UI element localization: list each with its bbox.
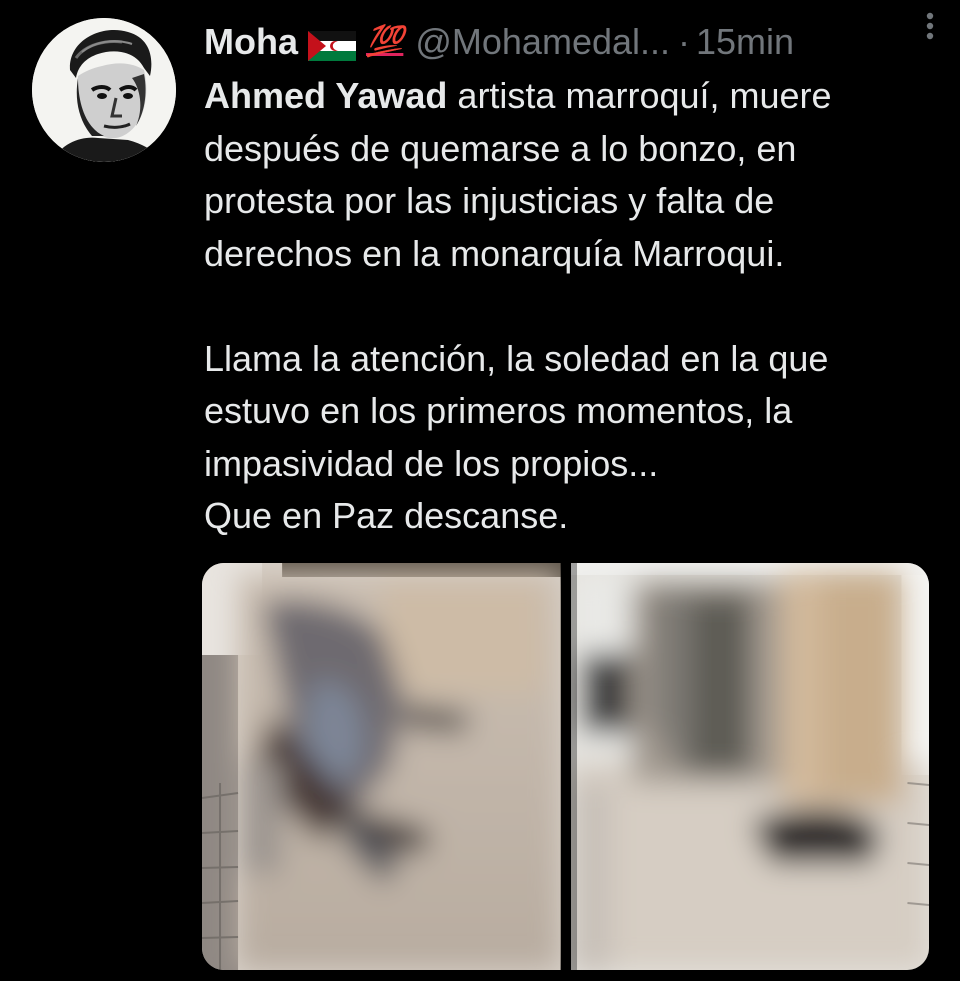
tweet-header: Moha 💯 @Mohamedal... · 15min [204, 18, 924, 66]
avatar-image [32, 18, 176, 162]
blurred-photo-1 [202, 563, 561, 970]
western-sahara-flag-icon [308, 27, 356, 61]
mentioned-name: Ahmed Yawad [204, 75, 448, 116]
hundred-points-icon: 💯 [366, 25, 404, 58]
text-line-3: protesta por las injusticias y falta de [204, 180, 775, 221]
text-line-2: después de quemarse a lo bonzo, en [204, 127, 797, 169]
text-line-1: Ahmed Yawad artista marroquí, muere [204, 70, 944, 123]
text-line-5: Llama la atención, la soledad en la que [204, 337, 829, 379]
text-line-6: estuvo en los primeros momentos, la [204, 390, 793, 431]
media-photo-1[interactable] [202, 563, 561, 970]
display-name[interactable]: Moha [204, 20, 298, 64]
text-line-8: Que en Paz descanse. [204, 495, 569, 536]
text-line-1-rest: artista marroquí, muere [447, 75, 832, 116]
text-line-4: derechos en la monarquía Marroqui. [204, 232, 785, 274]
separator-dot: · [678, 21, 691, 62]
media-gallery[interactable] [202, 563, 929, 970]
timestamp[interactable]: 15min [696, 20, 794, 64]
text-line-7: impasividad de los propios... [204, 442, 659, 484]
author-handle[interactable]: @Mohamedal... [415, 20, 670, 64]
tweet-text: Ahmed Yawad artista marroquí, muere desp… [204, 70, 944, 543]
tweet[interactable]: Moha 💯 @Mohamedal... · 15min Ahmed Yawad… [0, 0, 960, 981]
media-photo-2[interactable] [570, 563, 929, 970]
blurred-photo-2 [570, 563, 929, 970]
more-options-icon[interactable] [918, 6, 942, 46]
avatar[interactable] [32, 18, 176, 162]
